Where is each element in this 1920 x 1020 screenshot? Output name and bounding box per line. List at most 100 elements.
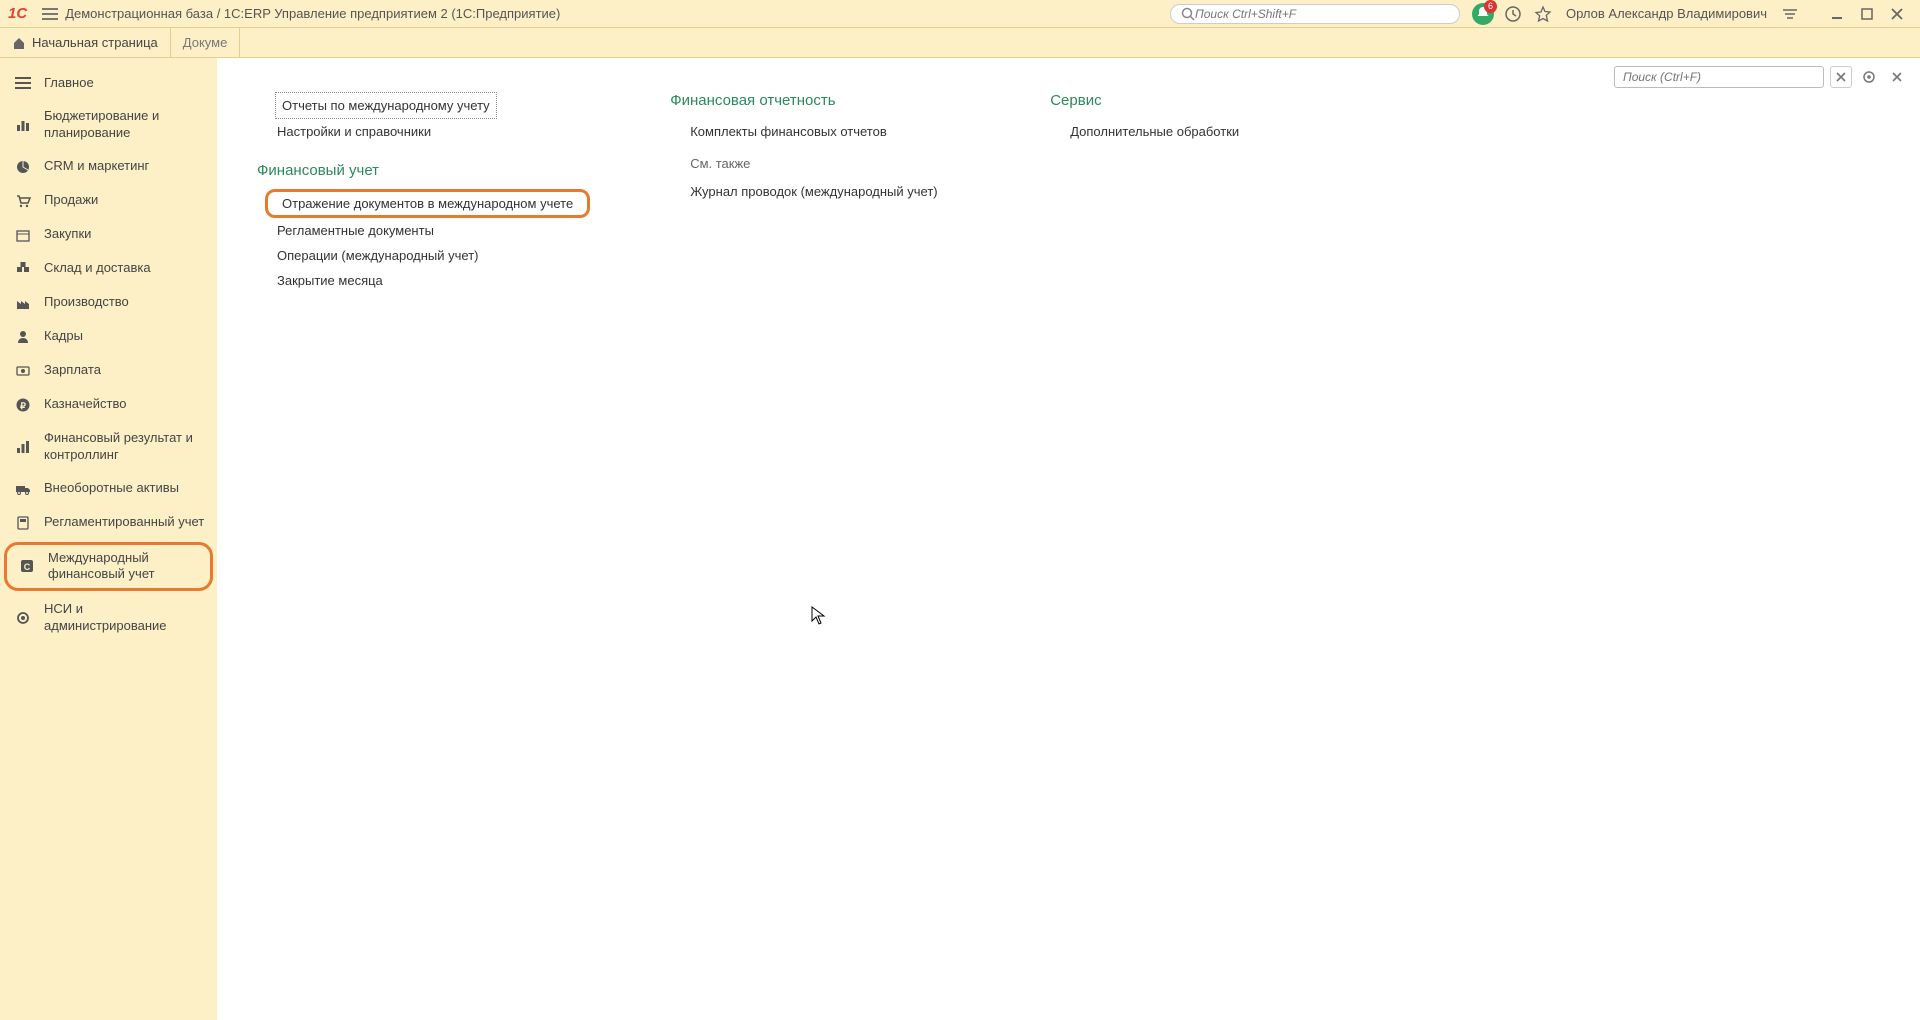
sidebar-item-label: Зарплата — [44, 362, 101, 379]
app-logo: 1C — [8, 5, 27, 22]
calc-icon — [14, 514, 32, 532]
close-button[interactable] — [1885, 2, 1909, 26]
section-search-input[interactable] — [1614, 66, 1824, 88]
favorites-button[interactable] — [1531, 2, 1555, 26]
menu-icon — [14, 74, 32, 92]
sections-grid: Отчеты по международному учету Настройки… — [257, 92, 1880, 293]
sidebar-item-finresult[interactable]: Финансовый результат и контроллинг — [0, 422, 217, 472]
notification-badge: 6 — [1484, 0, 1497, 13]
maximize-button[interactable] — [1855, 2, 1879, 26]
sidebar-item-hr[interactable]: Кадры — [0, 320, 217, 354]
sidebar-item-admin[interactable]: НСИ и администрирование — [0, 593, 217, 643]
sidebar-item-label: Внеоборотные активы — [44, 480, 179, 497]
tabs-bar: Начальная страница Докуме — [0, 28, 1920, 58]
column-3: Сервис Дополнительные обработки — [1050, 92, 1350, 144]
cursor-icon — [811, 606, 827, 626]
sidebar-item-label: Финансовый результат и контроллинг — [44, 430, 207, 464]
minimize-button[interactable] — [1825, 2, 1849, 26]
column-1: Отчеты по международному учету Настройки… — [257, 92, 590, 293]
close-icon — [1890, 7, 1904, 21]
content-toolbar — [1614, 66, 1908, 88]
sidebar-item-main[interactable]: Главное — [0, 66, 217, 100]
link-journal[interactable]: Журнал проводок (международный учет) — [670, 179, 970, 204]
link-report-sets[interactable]: Комплекты финансовых отчетов — [670, 119, 970, 144]
sidebar-item-label: Продажи — [44, 192, 98, 209]
subhead-seealso: См. также — [690, 156, 970, 171]
filter-icon — [1782, 8, 1798, 20]
sidebar-item-ifrs[interactable]: C Международный финансовый учет — [4, 542, 213, 592]
sidebar-item-purchases[interactable]: Закупки — [0, 218, 217, 252]
tab-home[interactable]: Начальная страница — [0, 28, 171, 57]
close-panel-button[interactable] — [1886, 66, 1908, 88]
close-icon — [1891, 71, 1903, 83]
cart-icon — [14, 192, 32, 210]
global-search-input[interactable] — [1195, 7, 1449, 21]
home-icon — [12, 36, 26, 50]
link-doc-reflection[interactable]: Отражение документов в международном уче… — [265, 189, 590, 218]
titlebar: 1C Демонстрационная база / 1C:ERP Управл… — [0, 0, 1920, 28]
sidebar-item-treasury[interactable]: ₽ Казначейство — [0, 388, 217, 422]
sidebar-item-label: Склад и доставка — [44, 260, 151, 277]
user-settings-button[interactable] — [1778, 2, 1802, 26]
sidebar-item-regaccounting[interactable]: Регламентированный учет — [0, 506, 217, 540]
money-icon — [14, 362, 32, 380]
sidebar-item-assets[interactable]: Внеоборотные активы — [0, 472, 217, 506]
sidebar-item-label: Казначейство — [44, 396, 126, 413]
globe-icon: C — [18, 557, 36, 575]
sidebar-item-label: Бюджетирование и планирование — [44, 108, 207, 142]
settings-button[interactable] — [1858, 66, 1880, 88]
warehouse-icon — [14, 260, 32, 278]
sidebar-item-label: Кадры — [44, 328, 83, 345]
main-menu-icon[interactable] — [38, 2, 62, 26]
ruble-icon: ₽ — [14, 396, 32, 414]
close-icon — [1835, 71, 1847, 83]
sidebar: Главное Бюджетирование и планирование CR… — [0, 58, 217, 1020]
window-title: Демонстрационная база / 1C:ERP Управлени… — [65, 6, 560, 21]
content-area: Отчеты по международному учету Настройки… — [217, 58, 1920, 1020]
current-user[interactable]: Орлов Александр Владимирович — [1566, 6, 1767, 21]
sidebar-item-budgeting[interactable]: Бюджетирование и планирование — [0, 100, 217, 150]
column-2: Финансовая отчетность Комплекты финансов… — [670, 92, 970, 204]
link-reports-intl[interactable]: Отчеты по международному учету — [275, 92, 497, 119]
minimize-icon — [1830, 7, 1844, 21]
tab-documents[interactable]: Докуме — [171, 28, 241, 57]
link-settings-refs[interactable]: Настройки и справочники — [257, 119, 590, 144]
sidebar-item-label: CRM и маркетинг — [44, 158, 149, 175]
bars-icon — [14, 438, 32, 456]
global-search[interactable] — [1170, 4, 1460, 24]
tab-label: Начальная страница — [32, 35, 158, 50]
truck-icon — [14, 480, 32, 498]
clear-search-button[interactable] — [1830, 66, 1852, 88]
sidebar-item-warehouse[interactable]: Склад и доставка — [0, 252, 217, 286]
link-reg-docs[interactable]: Регламентные документы — [257, 218, 590, 243]
sidebar-item-crm[interactable]: CRM и маркетинг — [0, 150, 217, 184]
gear-icon — [1861, 69, 1877, 85]
maximize-icon — [1860, 7, 1874, 21]
sidebar-item-label: Главное — [44, 75, 94, 92]
section-fin-reporting: Финансовая отчетность — [670, 92, 970, 109]
section-service: Сервис — [1050, 92, 1350, 109]
svg-text:C: C — [24, 562, 31, 572]
search-icon — [1181, 7, 1195, 21]
person-icon — [14, 328, 32, 346]
star-icon — [1534, 5, 1552, 23]
sidebar-item-sales[interactable]: Продажи — [0, 184, 217, 218]
history-icon — [1504, 5, 1522, 23]
chart-icon — [14, 116, 32, 134]
sidebar-item-label: Международный финансовый учет — [48, 550, 203, 584]
history-button[interactable] — [1501, 2, 1525, 26]
sidebar-item-label: Производство — [44, 294, 129, 311]
sidebar-item-production[interactable]: Производство — [0, 286, 217, 320]
link-month-close[interactable]: Закрытие месяца — [257, 268, 590, 293]
link-operations[interactable]: Операции (международный учет) — [257, 243, 590, 268]
section-financial: Финансовый учет — [257, 162, 590, 179]
factory-icon — [14, 294, 32, 312]
link-additional-processing[interactable]: Дополнительные обработки — [1050, 119, 1350, 144]
sidebar-item-label: Регламентированный учет — [44, 514, 204, 531]
pie-icon — [14, 158, 32, 176]
sidebar-item-label: Закупки — [44, 226, 91, 243]
notifications-button[interactable]: 6 — [1471, 2, 1495, 26]
tab-label: Докуме — [183, 35, 228, 50]
sidebar-item-salary[interactable]: Зарплата — [0, 354, 217, 388]
svg-text:₽: ₽ — [20, 401, 26, 411]
